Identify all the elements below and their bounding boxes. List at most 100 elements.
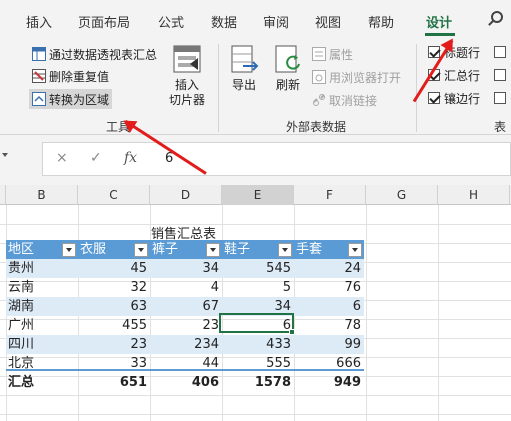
table-cell[interactable]: 5 (222, 278, 294, 297)
banded-rows-check-icon (428, 92, 440, 104)
formula-input[interactable] (42, 142, 511, 176)
banded-columns-checkbox[interactable] (494, 92, 506, 104)
column-header-H[interactable]: H (438, 185, 510, 205)
column-header-B[interactable]: B (6, 185, 78, 205)
table-cell[interactable]: 23 (150, 316, 222, 335)
table-cell[interactable]: 云南 (6, 278, 78, 297)
enter-icon[interactable]: ✓ (90, 150, 102, 166)
remove-duplicates-button[interactable]: 删除重复值 (32, 66, 109, 86)
table-cell[interactable]: 34 (150, 259, 222, 278)
export-icon (231, 45, 259, 73)
table-cell[interactable]: 贵州 (6, 259, 78, 278)
tab-insert[interactable]: 插入 (26, 12, 52, 31)
grid-line (0, 395, 511, 396)
grid-line (0, 224, 511, 225)
tab-formulas[interactable]: 公式 (158, 12, 184, 31)
first-column-checkbox[interactable] (494, 46, 506, 58)
refresh-label: 刷新 (275, 78, 300, 92)
convert-to-range-label: 转换为区域 (49, 92, 110, 107)
column-header-E[interactable]: E (222, 185, 294, 205)
convert-range-icon (32, 92, 46, 106)
table-row: 云南 32 4 5 76 (6, 278, 364, 297)
refresh-button[interactable]: 刷新 (268, 44, 308, 93)
export-button[interactable]: 导出 (224, 44, 264, 93)
filter-dropdown-icon[interactable] (206, 243, 220, 257)
filter-dropdown-icon[interactable] (62, 243, 76, 257)
filter-dropdown-icon[interactable] (348, 243, 362, 257)
unlink-icon (313, 94, 325, 106)
filter-dropdown-icon[interactable] (134, 243, 148, 257)
ribbon-panel: 通过数据透视表汇总 删除重复值 转换为区域 插入 切片器 工具 导出 刷新 属性… (0, 38, 511, 135)
tab-review[interactable]: 审阅 (263, 12, 289, 31)
insert-slicer-button[interactable]: 插入 切片器 (164, 44, 210, 108)
remove-duplicates-label: 删除重复值 (49, 69, 110, 84)
open-in-browser-label: 用浏览器打开 (329, 70, 402, 85)
cancel-icon[interactable]: × (56, 150, 68, 166)
grid-line (438, 205, 439, 421)
insert-slicer-label-line2: 切片器 (168, 93, 205, 107)
table-cell[interactable]: 406 (150, 373, 222, 392)
tab-view[interactable]: 视图 (315, 12, 341, 31)
table-cell[interactable]: 67 (150, 297, 222, 316)
style-options-group-label: 表 (494, 120, 507, 134)
fill-handle[interactable] (289, 329, 295, 335)
column-header-C[interactable]: C (78, 185, 150, 205)
table-cell[interactable]: 四川 (6, 335, 78, 354)
group-divider (416, 44, 417, 132)
total-row-label: 汇总行 (444, 68, 481, 83)
table-row: 贵州 45 34 545 24 (6, 259, 364, 278)
worksheet-grid[interactable]: 销售汇总表 地区 衣服 裤子 鞋子 手套 贵州 45 34 545 24 云南 … (0, 205, 511, 421)
summarize-pivot-button[interactable]: 通过数据透视表汇总 (32, 44, 157, 64)
active-tab-indicator (425, 33, 455, 36)
fx-icon[interactable]: fx (124, 150, 137, 166)
table-cell[interactable]: 76 (294, 278, 364, 297)
unlink-button[interactable]: 取消链接 (312, 90, 377, 110)
properties-icon (312, 47, 326, 61)
table-cell[interactable]: 6 (294, 297, 364, 316)
table-cell[interactable]: 545 (222, 259, 294, 278)
pivot-table-icon (32, 47, 46, 61)
banded-rows-label: 镶边行 (444, 91, 481, 106)
refresh-icon (275, 45, 300, 73)
table-cell[interactable]: 455 (78, 316, 150, 335)
table-cell[interactable]: 广州 (6, 316, 78, 335)
selected-cell-outline[interactable] (219, 313, 294, 333)
search-icon[interactable] (491, 11, 503, 23)
table-row: 四川 23 234 433 99 (6, 335, 364, 354)
table-cell[interactable]: 32 (78, 278, 150, 297)
table-cell[interactable]: 4 (150, 278, 222, 297)
table-cell[interactable]: 78 (294, 316, 364, 335)
column-header-D[interactable]: D (150, 185, 222, 205)
table-cell[interactable]: 433 (222, 335, 294, 354)
tab-help[interactable]: 帮助 (368, 12, 394, 31)
tab-design[interactable]: 设计 (426, 12, 452, 31)
slicer-icon (173, 45, 201, 73)
table-cell[interactable]: 45 (78, 259, 150, 278)
convert-to-range-button[interactable]: 转换为区域 (29, 89, 113, 109)
name-box-dropdown-icon[interactable] (2, 153, 8, 157)
external-data-group-label: 外部表数据 (286, 120, 347, 134)
table-cell[interactable]: 99 (294, 335, 364, 354)
group-divider (218, 44, 219, 132)
header-row-check-icon (428, 46, 440, 58)
column-header-F[interactable]: F (294, 185, 366, 205)
table-cell[interactable]: 234 (150, 335, 222, 354)
table-cell[interactable]: 949 (294, 373, 364, 392)
tab-page-layout[interactable]: 页面布局 (78, 12, 130, 31)
table-cell[interactable]: 651 (78, 373, 150, 392)
filter-dropdown-icon[interactable] (278, 243, 292, 257)
table-cell[interactable]: 汇总 (6, 373, 78, 392)
last-column-checkbox[interactable] (494, 69, 506, 81)
tab-data[interactable]: 数据 (211, 12, 237, 31)
table-cell[interactable]: 24 (294, 259, 364, 278)
properties-button[interactable]: 属性 (312, 44, 353, 64)
table-cell[interactable]: 63 (78, 297, 150, 316)
table-cell[interactable]: 湖南 (6, 297, 78, 316)
open-in-browser-button[interactable]: 用浏览器打开 (312, 67, 401, 87)
table-cell[interactable]: 1578 (222, 373, 294, 392)
unlink-label: 取消链接 (329, 93, 378, 108)
browser-icon (312, 70, 326, 84)
table-cell[interactable]: 23 (78, 335, 150, 354)
banded-rows-checkbox[interactable]: 镶边行 (428, 88, 480, 108)
column-header-G[interactable]: G (366, 185, 438, 205)
